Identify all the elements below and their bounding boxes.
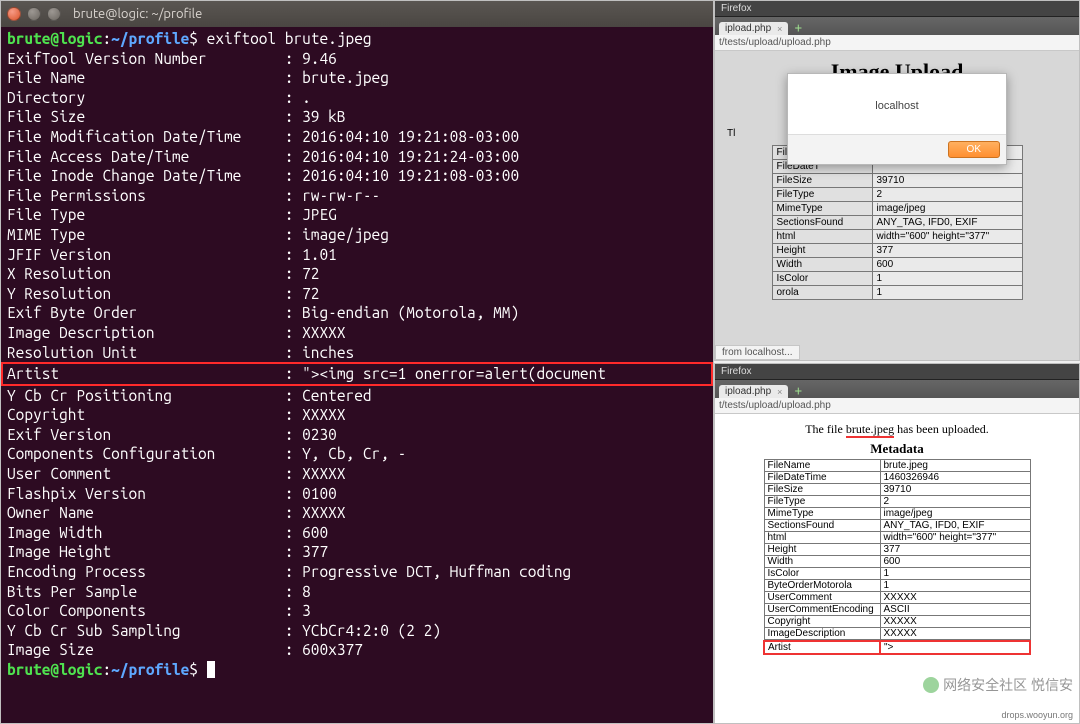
table-row: ImageDescriptionXXXXX — [764, 628, 1030, 640]
table-row: IsColor1 — [772, 272, 1022, 286]
terminal-window: brute@logic: ~/profile brute@logic:~/pro… — [0, 0, 714, 724]
tab-close-icon[interactable]: × — [777, 387, 782, 397]
metadata-heading: Metadata — [723, 441, 1071, 457]
exif-row: Y Cb Cr Positioning : Centered — [7, 386, 707, 406]
minimize-icon[interactable] — [27, 7, 41, 21]
tab-label: ipload.php — [725, 23, 771, 34]
terminal-body[interactable]: brute@logic:~/profile$ exiftool brute.jp… — [1, 27, 713, 723]
firefox-header: Firefox — [715, 364, 1079, 380]
terminal-titlebar: brute@logic: ~/profile — [1, 1, 713, 27]
new-tab-icon[interactable]: + — [790, 382, 806, 398]
table-row: MimeTypeimage/jpeg — [764, 508, 1030, 520]
table-row: htmlwidth="600" height="377" — [772, 230, 1022, 244]
table-row: FileDateTime1460326946 — [764, 472, 1030, 484]
exif-row: Image Size : 600x377 — [7, 640, 707, 660]
watermark: 网络安全社区 悦信安 — [923, 675, 1073, 695]
table-row: SectionsFoundANY_TAG, IFD0, EXIF — [772, 216, 1022, 230]
exif-row: File Size : 39 kB — [7, 107, 707, 127]
alert-text: localhost — [788, 74, 1006, 134]
table-row: FileType2 — [772, 188, 1022, 202]
exif-row: File Modification Date/Time : 2016:04:10… — [7, 127, 707, 147]
exif-row: Image Description : XXXXX — [7, 323, 707, 343]
exif-row: Image Height : 377 — [7, 542, 707, 562]
exif-row: Exif Version : 0230 — [7, 425, 707, 445]
table-row: Height377 — [772, 244, 1022, 258]
table-row: Height377 — [764, 544, 1030, 556]
exif-row: File Permissions : rw-rw-r-- — [7, 186, 707, 206]
exif-row: ExifTool Version Number : 9.46 — [7, 49, 707, 69]
exif-row: File Name : brute.jpeg — [7, 68, 707, 88]
exif-row: Copyright : XXXXX — [7, 405, 707, 425]
table-row: FileSize39710 — [764, 484, 1030, 496]
exif-row: File Access Date/Time : 2016:04:10 19:21… — [7, 147, 707, 167]
tab-upload[interactable]: ipload.php × — [719, 22, 788, 35]
table-row: CopyrightXXXXX — [764, 616, 1030, 628]
exif-row: Color Components : 3 — [7, 601, 707, 621]
exif-row: Y Resolution : 72 — [7, 284, 707, 304]
table-row: SectionsFoundANY_TAG, IFD0, EXIF — [764, 520, 1030, 532]
exif-row: File Type : JPEG — [7, 205, 707, 225]
uploaded-filename: brute.jpeg — [846, 422, 894, 438]
exif-row: Components Configuration : Y, Cb, Cr, - — [7, 444, 707, 464]
new-tab-icon[interactable]: + — [790, 19, 806, 35]
exif-row: Flashpix Version : 0100 — [7, 484, 707, 504]
tab-strip: ipload.php × + — [715, 380, 1079, 398]
exif-row: Exif Byte Order : Big-endian (Motorola, … — [7, 303, 707, 323]
upload-page: Image Upload Browse... No file selected.… — [715, 51, 1079, 360]
table-row: FileSize39710 — [772, 174, 1022, 188]
address-bar[interactable]: t/tests/upload/upload.php — [715, 398, 1079, 414]
window-title: brute@logic: ~/profile — [73, 7, 202, 21]
tab-strip: ipload.php × + — [715, 17, 1079, 35]
table-row: IsColor1 — [764, 568, 1030, 580]
metadata-table-partial: FileNameFileDateTFileSize39710FileType2M… — [772, 145, 1023, 300]
table-row: ByteOrderMotorola1 — [764, 580, 1030, 592]
browser-bottom: Firefox ipload.php × + t/tests/upload/up… — [714, 363, 1080, 724]
exif-row: File Inode Change Date/Time : 2016:04:10… — [7, 166, 707, 186]
exif-row: Owner Name : XXXXX — [7, 503, 707, 523]
footer-url: drops.wooyun.org — [1001, 710, 1073, 720]
tab-label: ipload.php — [725, 386, 771, 397]
table-row: FileNamebrute.jpeg — [764, 460, 1030, 472]
exif-row: Image Width : 600 — [7, 523, 707, 543]
close-icon[interactable] — [7, 7, 21, 21]
table-row-artist: Artist"> — [764, 641, 1030, 654]
table-row: orola1 — [772, 286, 1022, 300]
result-page: The file brute.jpeg has been uploaded. M… — [715, 414, 1079, 663]
exif-row: Bits Per Sample : 8 — [7, 582, 707, 602]
table-row: Width600 — [764, 556, 1030, 568]
exif-row: Directory : . — [7, 88, 707, 108]
exif-row: Encoding Process : Progressive DCT, Huff… — [7, 562, 707, 582]
table-row: UserCommentEncodingASCII — [764, 604, 1030, 616]
table-row: MimeTypeimage/jpeg — [772, 202, 1022, 216]
exif-row: X Resolution : 72 — [7, 264, 707, 284]
exif-row: JFIF Version : 1.01 — [7, 245, 707, 265]
address-bar[interactable]: t/tests/upload/upload.php — [715, 35, 1079, 51]
firefox-header: Firefox — [715, 1, 1079, 17]
table-row: FileType2 — [764, 496, 1030, 508]
alert-dialog: localhost OK — [787, 73, 1007, 165]
table-row: Width600 — [772, 258, 1022, 272]
metadata-table: FileNamebrute.jpegFileDateTime1460326946… — [763, 459, 1031, 655]
maximize-icon[interactable] — [47, 7, 61, 21]
exif-row: MIME Type : image/jpeg — [7, 225, 707, 245]
status-bar: from localhost... — [715, 345, 800, 360]
exif-row: Y Cb Cr Sub Sampling : YCbCr4:2:0 (2 2) — [7, 621, 707, 641]
exif-row-artist: Artist : "><img src=1 onerror=alert(docu… — [1, 362, 713, 386]
tab-close-icon[interactable]: × — [777, 24, 782, 34]
table-row: UserCommentXXXXX — [764, 592, 1030, 604]
tab-upload[interactable]: ipload.php × — [719, 385, 788, 398]
exif-row: Resolution Unit : inches — [7, 343, 707, 363]
upload-message: The file brute.jpeg has been uploaded. — [723, 422, 1071, 437]
table-row: htmlwidth="600" height="377" — [764, 532, 1030, 544]
exif-row: User Comment : XXXXX — [7, 464, 707, 484]
wechat-icon — [923, 677, 939, 693]
browser-top: Firefox ipload.php × + t/tests/upload/up… — [714, 0, 1080, 361]
alert-ok-button[interactable]: OK — [948, 141, 1000, 158]
